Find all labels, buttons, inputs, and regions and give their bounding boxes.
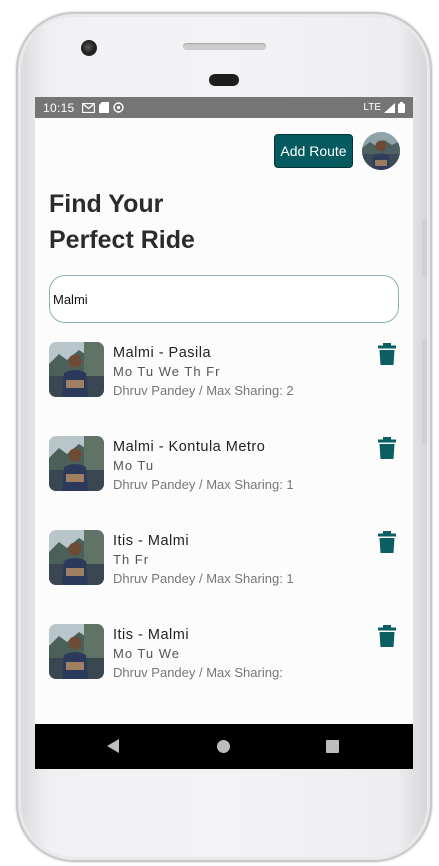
app-screen: 10:15 LTE Add Route Find Your Perfect Ri… <box>35 97 413 769</box>
driver-photo <box>49 342 104 397</box>
ride-route: Malmi - Pasila <box>113 345 212 361</box>
ride-days: Mo Tu We <box>113 646 181 661</box>
power-button <box>422 219 427 277</box>
app-header: Add Route <box>35 118 413 178</box>
system-nav-bar <box>35 724 413 769</box>
recents-icon[interactable] <box>326 740 339 753</box>
ride-days: Th Fr <box>113 552 150 567</box>
ride-driver-info: Dhruv Pandey / Max Sharing: 2 <box>113 383 294 398</box>
gmail-icon <box>81 102 95 113</box>
page-title-line2: Perfect Ride <box>49 226 195 254</box>
ride-route: Itis - Malmi <box>113 627 190 643</box>
ride-list-item[interactable]: Malmi - Pasila Mo Tu We Th Fr Dhruv Pand… <box>35 333 413 427</box>
earpiece-speaker <box>183 43 266 50</box>
status-right: LTE <box>363 102 405 113</box>
ride-list: Malmi - Pasila Mo Tu We Th Fr Dhruv Pand… <box>35 333 413 709</box>
proximity-sensor <box>209 74 239 86</box>
delete-icon[interactable] <box>378 531 396 553</box>
ride-list-item[interactable]: Itis - Malmi Mo Tu We Dhruv Pandey / Max… <box>35 615 413 709</box>
profile-avatar[interactable] <box>362 132 400 170</box>
page-title: Find Your Perfect Ride <box>49 186 349 258</box>
avatar-photo <box>362 132 400 170</box>
battery-icon <box>398 102 405 113</box>
page-title-line1: Find Your <box>49 190 164 218</box>
driver-photo <box>49 530 104 585</box>
status-bar: 10:15 LTE <box>35 97 413 118</box>
sd-card-icon <box>98 102 109 113</box>
ride-route: Itis - Malmi <box>113 533 190 549</box>
ride-driver-info: Dhruv Pandey / Max Sharing: 1 <box>113 571 294 586</box>
front-camera <box>81 40 97 56</box>
back-icon[interactable] <box>107 739 119 753</box>
driver-photo-image <box>49 436 104 491</box>
delete-icon[interactable] <box>378 343 396 365</box>
notification-icons <box>81 102 124 113</box>
signal-icon <box>384 102 395 113</box>
ride-days: Mo Tu <box>113 458 155 473</box>
driver-photo-image <box>49 530 104 585</box>
ride-driver-info: Dhruv Pandey / Max Sharing: 1 <box>113 477 294 492</box>
volume-button <box>422 339 427 444</box>
driver-photo <box>49 624 104 679</box>
delete-icon[interactable] <box>378 437 396 459</box>
sync-icon <box>112 102 124 113</box>
network-type: LTE <box>363 102 381 113</box>
status-time: 10:15 <box>43 100 75 115</box>
search-input[interactable] <box>49 275 399 323</box>
ride-route: Malmi - Kontula Metro <box>113 439 266 455</box>
ride-list-item[interactable]: Itis - Malmi Th Fr Dhruv Pandey / Max Sh… <box>35 521 413 615</box>
ride-list-item[interactable]: Malmi - Kontula Metro Mo Tu Dhruv Pandey… <box>35 427 413 521</box>
driver-photo-image <box>49 624 104 679</box>
ride-driver-info: Dhruv Pandey / Max Sharing: <box>113 665 283 680</box>
driver-photo-image <box>49 342 104 397</box>
ride-days: Mo Tu We Th Fr <box>113 364 221 379</box>
home-icon[interactable] <box>217 740 230 753</box>
add-route-button[interactable]: Add Route <box>274 134 353 168</box>
delete-icon[interactable] <box>378 625 396 647</box>
driver-photo <box>49 436 104 491</box>
